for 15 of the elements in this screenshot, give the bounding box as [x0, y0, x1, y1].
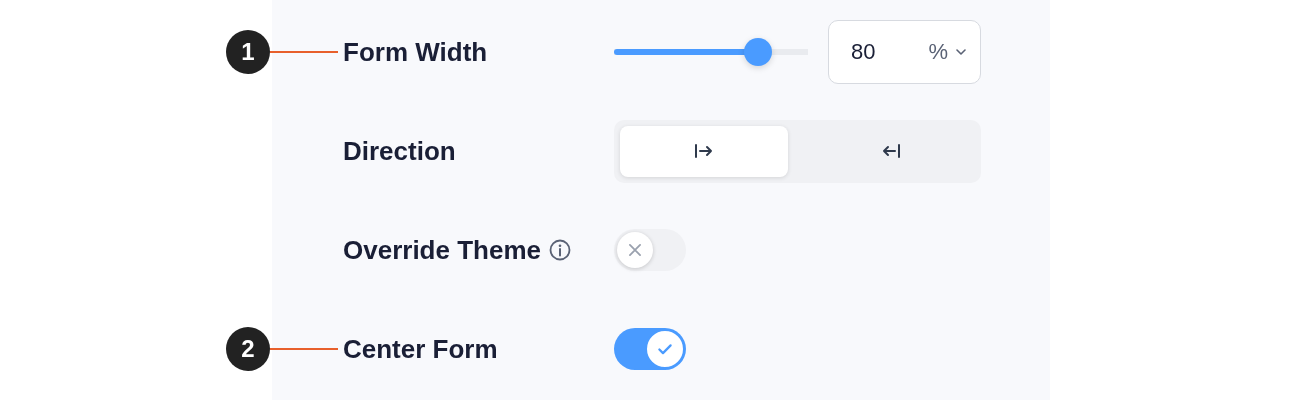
setting-label: Override Theme [343, 234, 541, 266]
chevron-down-icon [956, 49, 966, 55]
toggle-switch[interactable] [614, 229, 686, 271]
close-icon [626, 241, 644, 259]
step-number-badge: 1 [226, 30, 270, 74]
toggle-switch[interactable] [614, 328, 686, 370]
width-input-field[interactable]: 80 % [828, 20, 981, 84]
unit-dropdown[interactable]: % [928, 39, 966, 65]
setting-label: Center Form [343, 333, 498, 365]
step-number-badge: 2 [226, 327, 270, 371]
info-icon[interactable] [549, 239, 571, 261]
setting-label: Direction [343, 135, 456, 167]
leader-line [270, 51, 338, 53]
setting-label: Form Width [343, 36, 488, 68]
leader-line [270, 348, 338, 350]
